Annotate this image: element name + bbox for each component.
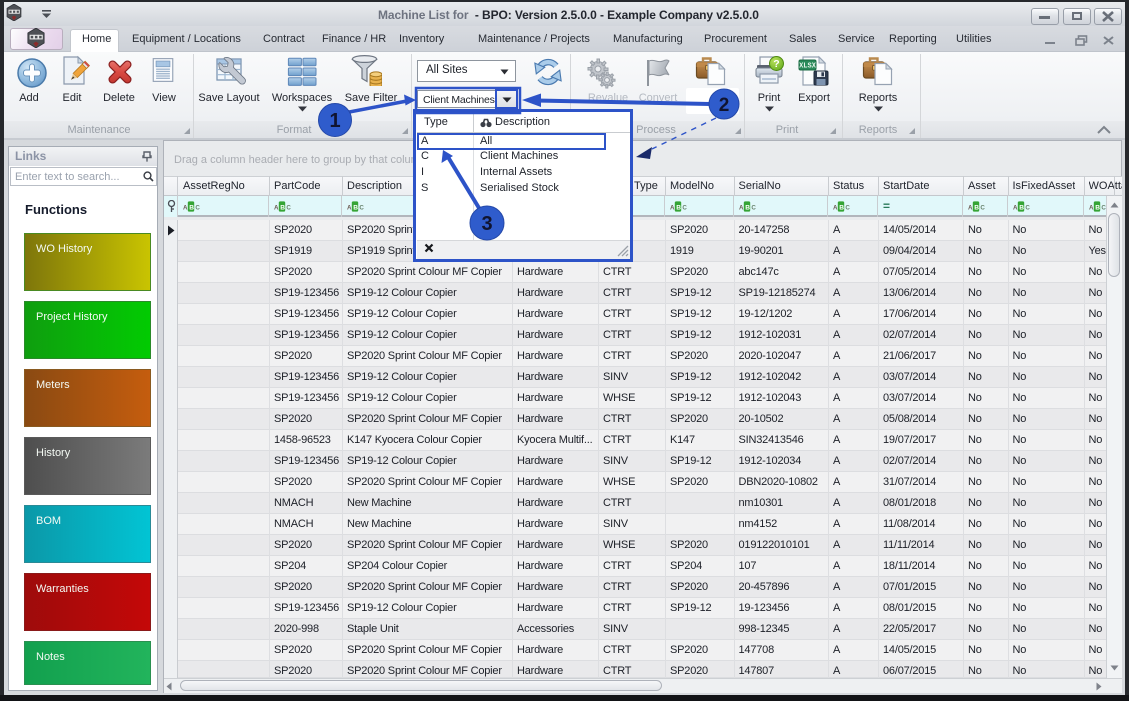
svg-text:1: 1 <box>329 110 340 132</box>
svg-text:3: 3 <box>481 213 492 235</box>
svg-text:2: 2 <box>719 95 730 116</box>
